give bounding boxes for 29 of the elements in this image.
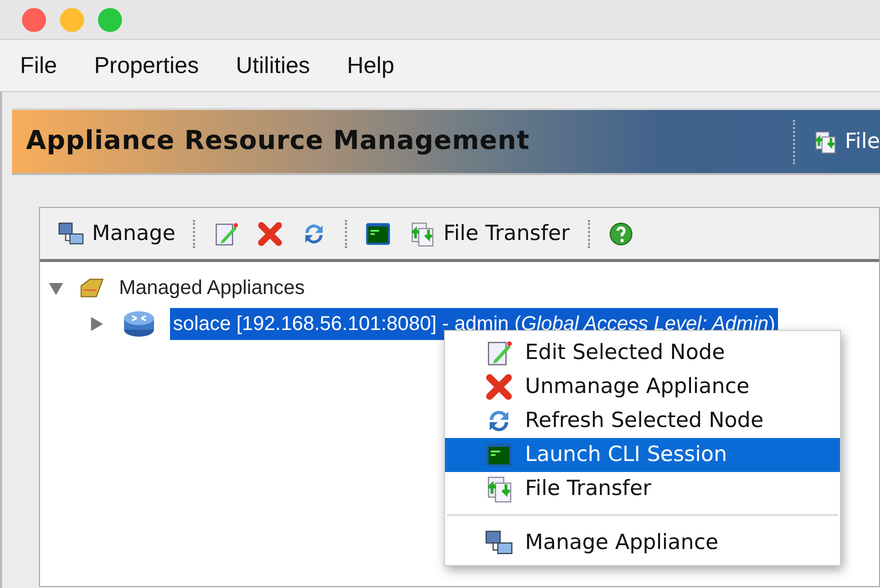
edit-icon[interactable] xyxy=(213,220,240,246)
window-control-button[interactable] xyxy=(22,8,46,32)
expand-arrow-icon[interactable] xyxy=(88,316,104,332)
menu-item[interactable]: Help xyxy=(347,48,394,83)
menu-item[interactable]: Properties xyxy=(94,48,199,83)
context-menu-item[interactable]: Manage Appliance xyxy=(445,526,840,560)
context-menu-item[interactable]: File Transfer xyxy=(445,472,840,506)
file-transfer-button[interactable]: File xyxy=(812,126,880,158)
help-icon[interactable] xyxy=(608,220,634,246)
terminal-icon[interactable] xyxy=(365,220,392,246)
menu-item[interactable]: File xyxy=(20,48,58,83)
toolbar-button[interactable]: File Transfer xyxy=(405,218,574,250)
network-icon xyxy=(58,220,84,246)
expand-arrow-icon[interactable] xyxy=(48,280,64,296)
tree-item[interactable]: Managed Appliances xyxy=(116,272,308,304)
delete-icon[interactable] xyxy=(257,220,284,246)
context-menu-item[interactable]: Unmanage Appliance xyxy=(445,370,840,404)
edit-icon xyxy=(485,339,513,367)
terminal-icon xyxy=(485,441,513,469)
network-icon xyxy=(485,529,513,557)
context-menu-item[interactable]: Launch CLI Session xyxy=(445,438,840,472)
file-transfer-icon xyxy=(409,220,436,246)
file-transfer-icon xyxy=(485,475,513,503)
context-menu-item[interactable]: Refresh Selected Node xyxy=(445,404,840,438)
menu-item[interactable]: Utilities xyxy=(236,48,310,83)
toolbar-button[interactable]: Manage xyxy=(54,218,180,250)
delete-icon xyxy=(485,373,513,401)
banner-title: Appliance Resource Management xyxy=(26,125,530,158)
file-transfer-icon xyxy=(812,130,837,154)
